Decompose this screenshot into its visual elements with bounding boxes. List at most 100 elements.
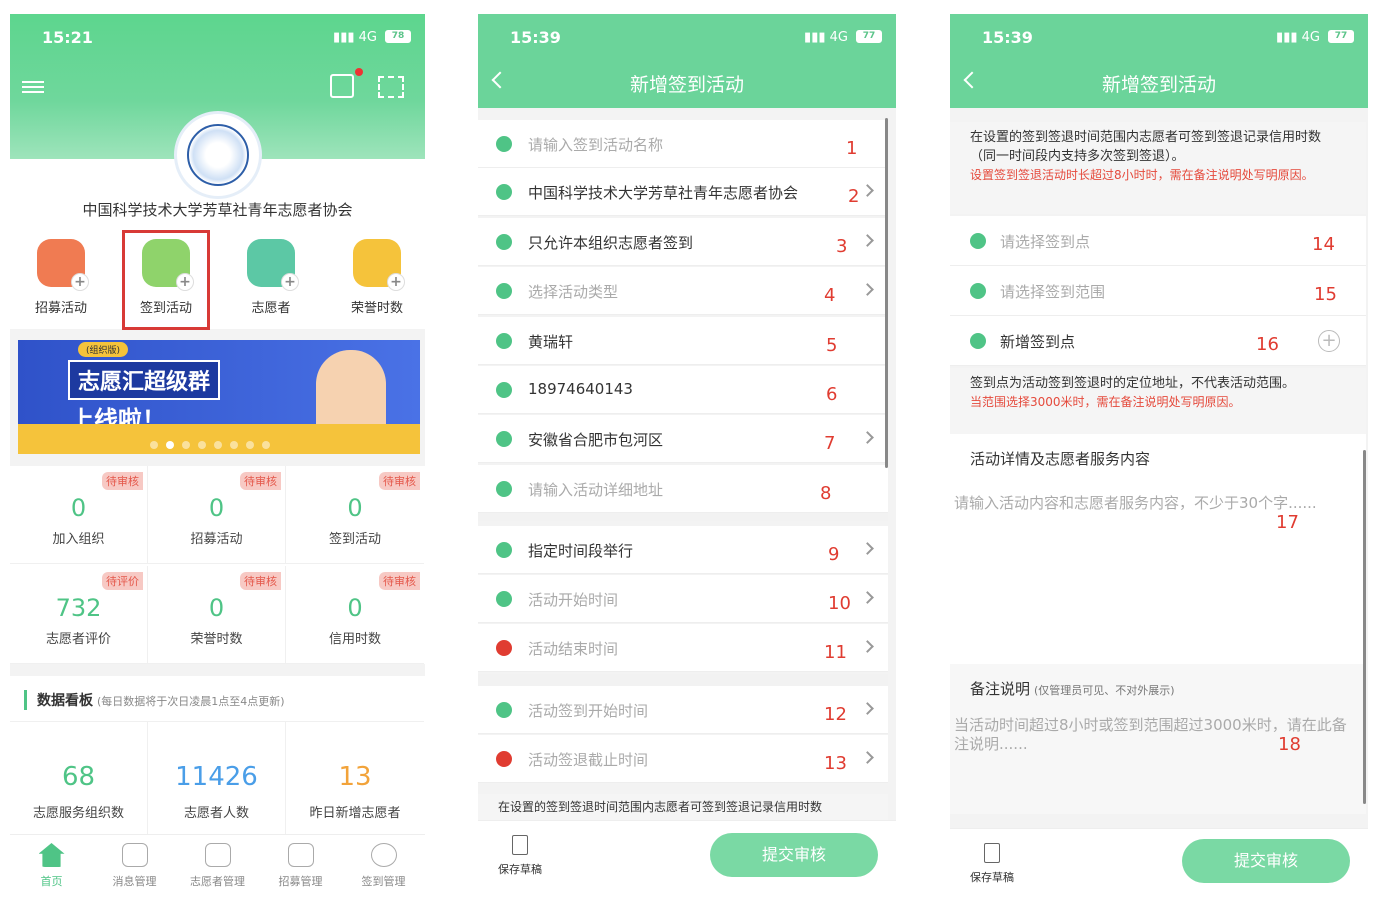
row-number: 8 <box>820 483 832 504</box>
row-label: 黄瑞轩 <box>528 333 574 351</box>
tab-signin[interactable]: 签到管理 <box>342 843 425 889</box>
network-label: ▮▮▮ 4G <box>333 30 377 45</box>
row-label: 指定时间段举行 <box>528 542 634 560</box>
row-number: 10 <box>828 593 851 614</box>
scrollbar[interactable] <box>885 118 888 468</box>
row-icon <box>496 136 512 152</box>
tab-volunteers[interactable]: 志愿者管理 <box>176 843 259 889</box>
form-row-11[interactable]: 活动结束时间 11 <box>478 624 888 672</box>
menu-icon[interactable] <box>22 78 44 96</box>
battery-icon: 77 <box>1328 30 1354 43</box>
page-title: 新增签到活动 <box>629 74 744 96</box>
row-icon <box>496 234 512 250</box>
row-label: 活动结束时间 <box>528 640 619 658</box>
range-icon <box>970 283 986 299</box>
save-draft-button[interactable]: 保存草稿 <box>970 843 1014 885</box>
add-signin-point[interactable]: 新增签到点 16 + <box>950 316 1366 366</box>
row-number: 13 <box>824 753 847 774</box>
people-icon <box>204 843 231 867</box>
form-row-12[interactable]: 活动签到开始时间 12 <box>478 686 888 734</box>
form-row-2[interactable]: 中国科学技术大学芳草社青年志愿者协会 2 <box>478 168 888 216</box>
chevron-right-icon <box>861 234 874 247</box>
stats-grid: 待审核 0 加入组织 待审核 0 招募活动 待审核 0 签到活动 待评价 732 志愿者评价 待… <box>10 466 425 664</box>
chevron-right-icon <box>861 751 874 764</box>
chevron-right-icon <box>861 702 874 715</box>
row-label: 只允许本组织志愿者签到 <box>528 234 694 252</box>
form-row-5[interactable]: 黄瑞轩 5 <box>478 317 888 365</box>
row-icon <box>496 702 512 718</box>
select-signin-range[interactable]: 请选择签到范围 15 <box>950 266 1366 316</box>
row-icon <box>496 481 512 497</box>
row-label: 18974640143 <box>528 380 633 398</box>
tab-recruit[interactable]: 招募管理 <box>259 843 342 889</box>
page-title: 新增签到活动 <box>1101 74 1216 96</box>
quick-volunteer[interactable]: + 志愿者 <box>231 239 311 316</box>
message-icon <box>121 843 148 867</box>
stat-join-org[interactable]: 待审核 0 加入组织 <box>10 466 148 564</box>
bottom-bar: 保存草稿 提交审核 <box>950 828 1368 898</box>
chevron-right-icon <box>861 542 874 555</box>
row-icon <box>496 431 512 447</box>
select-signin-point[interactable]: 请选择签到点 14 <box>950 216 1366 266</box>
plus-circle-icon[interactable]: + <box>1318 330 1340 352</box>
row-number: 7 <box>824 433 836 454</box>
form-row-13[interactable]: 活动签退截止时间 13 <box>478 735 888 783</box>
form-row-6[interactable]: 18974640143 6 <box>478 366 888 414</box>
row-number: 9 <box>828 544 840 565</box>
flag-icon: + <box>37 239 89 291</box>
highlight-box <box>122 230 210 330</box>
form-row-1[interactable]: 请输入签到活动名称 1 <box>478 120 888 168</box>
time-tip: 在设置的签到签退时间范围内志愿者可签到签退记录信用时数（同一时间段内支持多次签到… <box>950 122 1366 214</box>
chevron-right-icon <box>861 283 874 296</box>
detail-input[interactable]: 请输入活动内容和志愿者服务内容，不少于30个字...... <box>954 492 1354 513</box>
location-pin-icon <box>970 233 986 249</box>
bottom-bar: 保存草稿 提交审核 <box>478 820 896 898</box>
submit-review-button[interactable]: 提交审核 <box>710 833 878 877</box>
status-time: 15:21 <box>42 28 93 47</box>
stat-evaluation[interactable]: 待评价 732 志愿者评价 <box>10 566 148 664</box>
row-number: 5 <box>826 335 838 356</box>
save-icon <box>984 843 1000 863</box>
save-icon <box>512 835 528 855</box>
stat-credit-hours[interactable]: 待审核 0 信用时数 <box>286 566 424 664</box>
form-row-9[interactable]: 指定时间段举行 9 <box>478 526 888 574</box>
status-bar: 15:39 ▮▮▮ 4G 77 <box>478 14 896 60</box>
form-row-7[interactable]: 安徽省合肥市包河区 7 <box>478 415 888 463</box>
form-row-4[interactable]: 选择活动类型 4 <box>478 267 888 315</box>
scrollbar[interactable] <box>1363 450 1366 804</box>
stat-recruit[interactable]: 待审核 0 招募活动 <box>148 466 286 564</box>
notification-dot <box>355 68 363 76</box>
dash-org-count: 68 志愿服务组织数 <box>10 721 148 836</box>
edit-icon[interactable] <box>330 74 354 98</box>
medal-icon: + <box>353 239 405 291</box>
chevron-right-icon <box>861 591 874 604</box>
promo-banner[interactable]: (组织版) 志愿汇超级群 上线啦！ <box>18 340 420 454</box>
row-icon <box>496 751 512 767</box>
home-screen: 15:21 ▮▮▮ 4G 78 中国科学技术大学芳草社青年志愿者协会 + 招募活… <box>10 14 425 898</box>
chevron-right-icon <box>861 184 874 197</box>
row-number: 1 <box>846 138 858 159</box>
stat-signin[interactable]: 待审核 0 签到活动 <box>286 466 424 564</box>
tab-home[interactable]: 首页 <box>10 843 93 889</box>
scan-icon[interactable] <box>378 76 404 98</box>
data-dashboard: 数据看板 (每日数据将于次日凌晨1点至4点更新) 68 志愿服务组织数 11426 志… <box>10 676 425 836</box>
submit-review-button[interactable]: 提交审核 <box>1182 839 1350 883</box>
tab-messages[interactable]: 消息管理 <box>93 843 176 889</box>
battery-icon: 77 <box>856 30 882 43</box>
signin-icon <box>370 843 397 867</box>
quick-honor-hours[interactable]: + 荣誉时数 <box>337 239 417 316</box>
form-row-3[interactable]: 只允许本组织志愿者签到 3 <box>478 218 888 266</box>
row-number: 12 <box>824 704 847 725</box>
dashboard-title: 数据看板 (每日数据将于次日凌晨1点至4点更新) <box>24 690 285 710</box>
stat-honor-hours[interactable]: 待审核 0 荣誉时数 <box>148 566 286 664</box>
quick-recruit-activity[interactable]: + 招募活动 <box>21 239 101 316</box>
row-label: 选择活动类型 <box>528 283 619 301</box>
row-number: 11 <box>824 642 847 663</box>
row-label: 中国科学技术大学芳草社青年志愿者协会 <box>528 184 799 202</box>
save-draft-button[interactable]: 保存草稿 <box>498 835 542 877</box>
range-tip: 签到点为活动签到签退时的定位地址，不代表活动范围。 当范围选择3000米时，需在… <box>950 368 1366 434</box>
dash-volunteer-count: 11426 志愿者人数 <box>148 721 286 836</box>
new-signin-form-screen-2: 新增签到活动 15:39 ▮▮▮ 4G 77 在设置的签到签退时间范围内志愿者可… <box>950 14 1368 898</box>
form-row-10[interactable]: 活动开始时间 10 <box>478 575 888 623</box>
form-row-8[interactable]: 请输入活动详细地址 8 <box>478 465 888 513</box>
